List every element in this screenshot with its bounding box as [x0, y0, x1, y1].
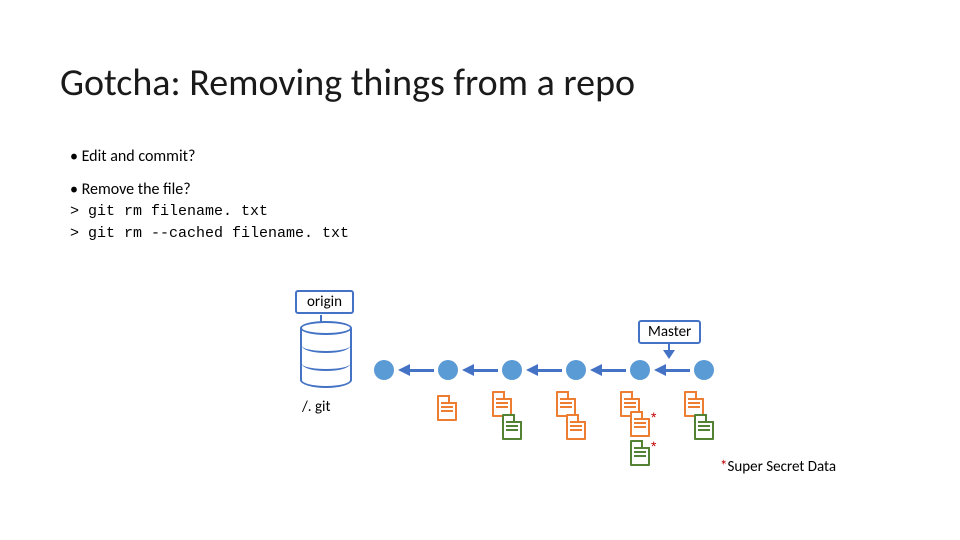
diagram: origin /. git Master * * *Super Secret D…	[0, 290, 960, 520]
footnote-text: Super Secret Data	[727, 458, 836, 476]
arrow-parent	[398, 367, 434, 373]
commit-node	[566, 360, 586, 380]
arrow-parent	[526, 367, 562, 373]
commit-node	[630, 360, 650, 380]
bullet-edit-commit: Edit and commit?	[70, 145, 349, 168]
star-marker: *	[651, 439, 656, 453]
database-icon	[300, 328, 352, 388]
slide-title: Gotcha: Removing things from a repo	[60, 60, 635, 106]
body-text: Edit and commit? Remove the file? > git …	[70, 145, 349, 245]
command-git-rm-cached: > git rm --cached filename. txt	[70, 223, 349, 245]
master-pointer-arrow	[668, 344, 670, 356]
commit-node	[694, 360, 714, 380]
commit-node	[502, 360, 522, 380]
arrow-parent	[462, 367, 498, 373]
bullet-remove-file: Remove the file?	[70, 178, 349, 201]
commit-node	[374, 360, 394, 380]
file-icon-starred	[630, 440, 650, 466]
arrow-parent	[654, 367, 690, 373]
file-icon-starred	[630, 411, 650, 437]
file-icon	[437, 395, 457, 421]
star-marker: *	[651, 410, 656, 424]
footnote: *Super Secret Data	[720, 458, 836, 476]
file-icon	[694, 414, 714, 440]
origin-tag: origin	[295, 290, 354, 314]
repo-path-label: /. git	[302, 398, 331, 416]
command-git-rm: > git rm filename. txt	[70, 201, 349, 223]
commit-node	[438, 360, 458, 380]
file-icon	[566, 414, 586, 440]
arrow-parent	[590, 367, 626, 373]
master-tag: Master	[638, 320, 701, 344]
file-icon	[502, 414, 522, 440]
